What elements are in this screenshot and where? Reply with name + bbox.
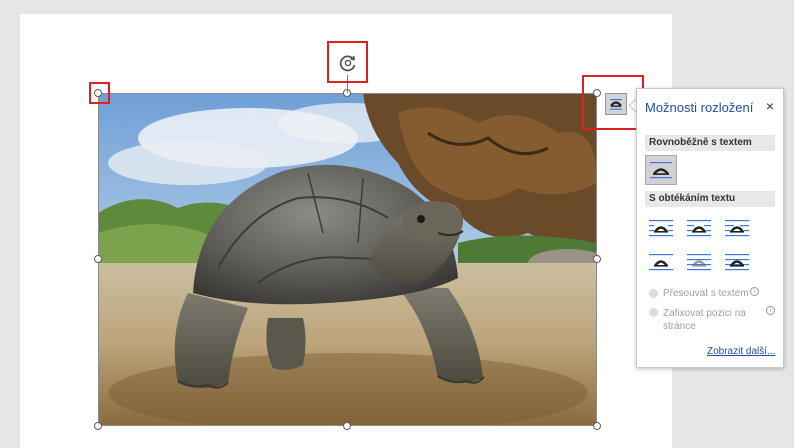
- fix-position-label-line1: Zafixovat pozici na: [663, 308, 746, 319]
- fix-position-option[interactable]: Zafixovat pozici na stránce: [649, 307, 746, 333]
- close-icon[interactable]: ×: [766, 98, 774, 114]
- wrap-tight-button[interactable]: [683, 213, 715, 243]
- resize-handle-bottom-left[interactable]: [94, 422, 102, 430]
- highlight-corner-handle: [89, 82, 110, 104]
- move-with-text-option[interactable]: Přesouvat s textem: [649, 288, 749, 299]
- fix-position-radio[interactable]: [649, 308, 658, 317]
- resize-handle-bottom-right[interactable]: [593, 422, 601, 430]
- wrap-square-button[interactable]: [645, 213, 677, 243]
- wrap-section-header: S obtékáním textu: [645, 191, 775, 207]
- fix-position-label: Zafixovat pozici na stránce: [663, 307, 746, 333]
- info-icon[interactable]: i: [750, 287, 759, 296]
- layout-options-icon[interactable]: [605, 93, 627, 115]
- highlight-rotate-handle: [327, 41, 368, 83]
- info-icon[interactable]: i: [766, 306, 775, 315]
- wrap-top-bottom-button[interactable]: [645, 247, 677, 277]
- move-with-text-label: Přesouvat s textem: [663, 288, 749, 299]
- resize-handle-right[interactable]: [593, 255, 601, 263]
- see-more-link[interactable]: Zobrazit další...: [707, 346, 775, 357]
- tortoise-photo[interactable]: [98, 93, 597, 426]
- panel-title: Možnosti rozložení: [645, 100, 754, 115]
- inline-section-header: Rovnoběžně s textem: [645, 135, 775, 151]
- resize-handle-left[interactable]: [94, 255, 102, 263]
- move-with-text-radio[interactable]: [649, 289, 658, 298]
- resize-handle-bottom[interactable]: [343, 422, 351, 430]
- fix-position-label-line2: stránce: [663, 321, 696, 332]
- wrap-in-front-button[interactable]: [721, 247, 753, 277]
- layout-inline-button[interactable]: [645, 155, 677, 185]
- wrap-behind-text-button[interactable]: [683, 247, 715, 277]
- wrap-through-button[interactable]: [721, 213, 753, 243]
- layout-options-panel: Možnosti rozložení × Rovnoběžně s textem…: [636, 88, 784, 368]
